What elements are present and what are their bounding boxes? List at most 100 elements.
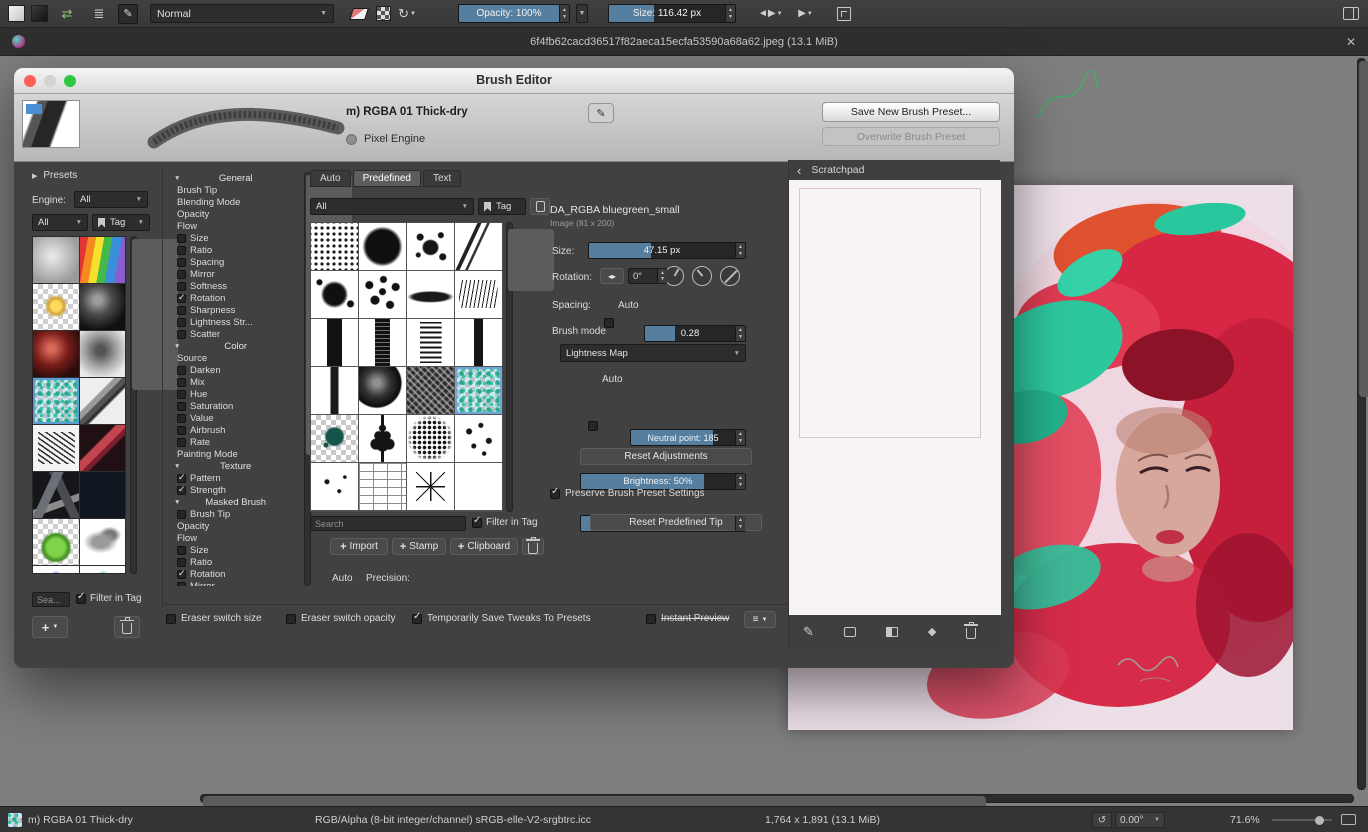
brush-tip-thumbnail[interactable] bbox=[407, 223, 454, 270]
option-checkbox[interactable] bbox=[177, 270, 186, 279]
options-section-general[interactable]: ▼General bbox=[172, 172, 302, 184]
option-checkbox[interactable] bbox=[177, 426, 186, 435]
option-checkbox[interactable] bbox=[177, 306, 186, 315]
clipboard-tip-button[interactable]: Clipboard bbox=[450, 538, 518, 555]
option-checkbox[interactable] bbox=[177, 582, 186, 587]
current-preset-mini-icon[interactable] bbox=[8, 813, 22, 827]
temporarily-save-tweaks-checkbox[interactable] bbox=[412, 614, 422, 624]
brush-option-rotation[interactable]: Rotation bbox=[172, 568, 302, 580]
brush-tip-thumbnail[interactable] bbox=[455, 319, 502, 366]
brush-tip-thumbnail[interactable] bbox=[311, 271, 358, 318]
reset-adjustments-button[interactable]: Reset Adjustments bbox=[580, 448, 752, 465]
tip-size-slider[interactable]: 47.15 px ▲▼ bbox=[588, 242, 746, 259]
overwrite-preset-button[interactable]: Overwrite Brush Preset bbox=[822, 127, 1000, 146]
save-new-preset-button[interactable]: Save New Brush Preset... bbox=[822, 102, 1000, 122]
delete-preset-button[interactable] bbox=[114, 616, 140, 638]
option-checkbox[interactable] bbox=[177, 486, 186, 495]
option-checkbox[interactable] bbox=[177, 282, 186, 291]
pattern-swatch[interactable] bbox=[31, 5, 48, 22]
brush-option-ratio[interactable]: Ratio bbox=[172, 244, 302, 256]
rotation-arrows-button[interactable]: ◂▸ bbox=[600, 268, 624, 284]
instant-preview-checkbox[interactable] bbox=[646, 614, 656, 624]
brush-tip-thumbnail[interactable] bbox=[359, 319, 406, 366]
tip-filter-in-tag-checkbox[interactable] bbox=[472, 518, 482, 528]
preset-filter-select[interactable]: All▼ bbox=[32, 214, 88, 231]
brush-option-spacing[interactable]: Spacing bbox=[172, 256, 302, 268]
brush-option-mix[interactable]: Mix bbox=[172, 376, 302, 388]
preset-thumbnail[interactable] bbox=[80, 519, 126, 565]
brush-tip-thumbnail[interactable] bbox=[407, 511, 454, 512]
brush-option-brush-tip[interactable]: Brush Tip bbox=[172, 184, 302, 196]
eraser-switch-size-checkbox[interactable] bbox=[166, 614, 176, 624]
option-checkbox[interactable] bbox=[177, 258, 186, 267]
brush-tip-thumbnail[interactable] bbox=[407, 271, 454, 318]
brush-option-softness[interactable]: Softness bbox=[172, 280, 302, 292]
engine-filter-select[interactable]: All▼ bbox=[74, 191, 148, 208]
preset-thumbnail[interactable] bbox=[80, 566, 126, 574]
option-checkbox[interactable] bbox=[177, 390, 186, 399]
preset-thumbnail[interactable] bbox=[33, 237, 79, 283]
brush-option-brush-tip[interactable]: Brush Tip bbox=[172, 508, 302, 520]
detach-editor-menu-button[interactable]: ≡▼ bbox=[744, 611, 776, 628]
zoom-slider-handle[interactable] bbox=[1315, 816, 1324, 825]
brush-option-scatter[interactable]: Scatter bbox=[172, 328, 302, 340]
option-checkbox[interactable] bbox=[177, 318, 186, 327]
brush-option-blending-mode[interactable]: Blending Mode bbox=[172, 196, 302, 208]
fill-gradient-icon[interactable] bbox=[886, 627, 898, 637]
preserve-settings-checkbox[interactable] bbox=[550, 489, 560, 499]
brush-tip-thumbnail[interactable] bbox=[311, 511, 358, 512]
brush-tip-thumbnail[interactable] bbox=[407, 319, 454, 366]
spacing-slider[interactable]: 0.28 ▲▼ bbox=[644, 325, 746, 342]
brush-option-mirror[interactable]: Mirror bbox=[172, 268, 302, 280]
mirror-horizontal-icon[interactable]: ◄▶▼ bbox=[758, 4, 783, 24]
brush-option-strength[interactable]: Strength bbox=[172, 484, 302, 496]
brush-size-slider[interactable]: Size: 116.42 px ▲▼ bbox=[608, 4, 736, 23]
brush-option-flow[interactable]: Flow bbox=[172, 532, 302, 544]
tab-auto[interactable]: Auto bbox=[310, 170, 351, 187]
brush-option-rotation[interactable]: Rotation bbox=[172, 292, 302, 304]
preset-thumbnail[interactable] bbox=[33, 284, 79, 330]
option-checkbox[interactable] bbox=[177, 558, 186, 567]
preset-thumbnail[interactable] bbox=[33, 519, 79, 565]
workspace-chooser-icon[interactable] bbox=[1342, 4, 1360, 24]
brush-tip-thumbnail[interactable] bbox=[455, 463, 502, 510]
brush-tip-thumbnail[interactable] bbox=[407, 463, 454, 510]
tip-tag-select[interactable]: Tag bbox=[478, 198, 526, 215]
rotation-random-dial-icon[interactable] bbox=[692, 266, 712, 286]
preset-thumbnail[interactable] bbox=[33, 331, 79, 377]
brush-tip-thumbnail[interactable] bbox=[455, 367, 502, 414]
tip-filter-select[interactable]: All▼ bbox=[310, 198, 474, 215]
brush-tip-thumbnail[interactable] bbox=[359, 511, 406, 512]
rotation-dial-icon[interactable] bbox=[664, 266, 684, 286]
option-checkbox[interactable] bbox=[177, 378, 186, 387]
dialog-titlebar[interactable]: Brush Editor bbox=[14, 68, 1014, 94]
brush-tip-thumbnail[interactable] bbox=[455, 271, 502, 318]
option-checkbox[interactable] bbox=[177, 234, 186, 243]
zoom-slider[interactable] bbox=[1272, 819, 1332, 821]
preset-thumbnail[interactable] bbox=[33, 566, 79, 574]
eraser-mode-icon[interactable] bbox=[350, 4, 368, 24]
brush-option-source[interactable]: Source bbox=[172, 352, 302, 364]
brush-option-value[interactable]: Value bbox=[172, 412, 302, 424]
tip-search-input[interactable] bbox=[310, 516, 466, 531]
spinner-arrows-icon[interactable]: ▲▼ bbox=[725, 5, 735, 22]
fill-background-icon[interactable]: ◆ bbox=[928, 625, 936, 638]
option-checkbox[interactable] bbox=[177, 414, 186, 423]
gradient-swatch[interactable] bbox=[8, 5, 25, 22]
tab-predefined[interactable]: Predefined bbox=[353, 170, 421, 187]
brush-option-rate[interactable]: Rate bbox=[172, 436, 302, 448]
brush-tip-thumbnail[interactable] bbox=[359, 415, 406, 462]
brush-option-mirror[interactable]: Mirror bbox=[172, 580, 302, 586]
brush-option-lightness-str[interactable]: Lightness Str... bbox=[172, 316, 302, 328]
presets-section-header[interactable]: ▶ Presets bbox=[32, 170, 77, 181]
opacity-options-arrow[interactable]: ▼ bbox=[576, 4, 588, 23]
brush-option-list-icon[interactable]: ≣ bbox=[90, 4, 108, 24]
clear-scratchpad-icon[interactable] bbox=[966, 628, 976, 639]
swap-colors-icon[interactable]: ⇄ bbox=[58, 4, 76, 24]
canvas-rotation-spinbox[interactable]: 0.00°▼ bbox=[1115, 812, 1165, 828]
brush-tip-thumbnail[interactable] bbox=[311, 319, 358, 366]
option-checkbox[interactable] bbox=[177, 402, 186, 411]
brush-option-size[interactable]: Size bbox=[172, 544, 302, 556]
options-section-masked-brush[interactable]: ▼Masked Brush bbox=[172, 496, 302, 508]
options-section-texture[interactable]: ▼Texture bbox=[172, 460, 302, 472]
